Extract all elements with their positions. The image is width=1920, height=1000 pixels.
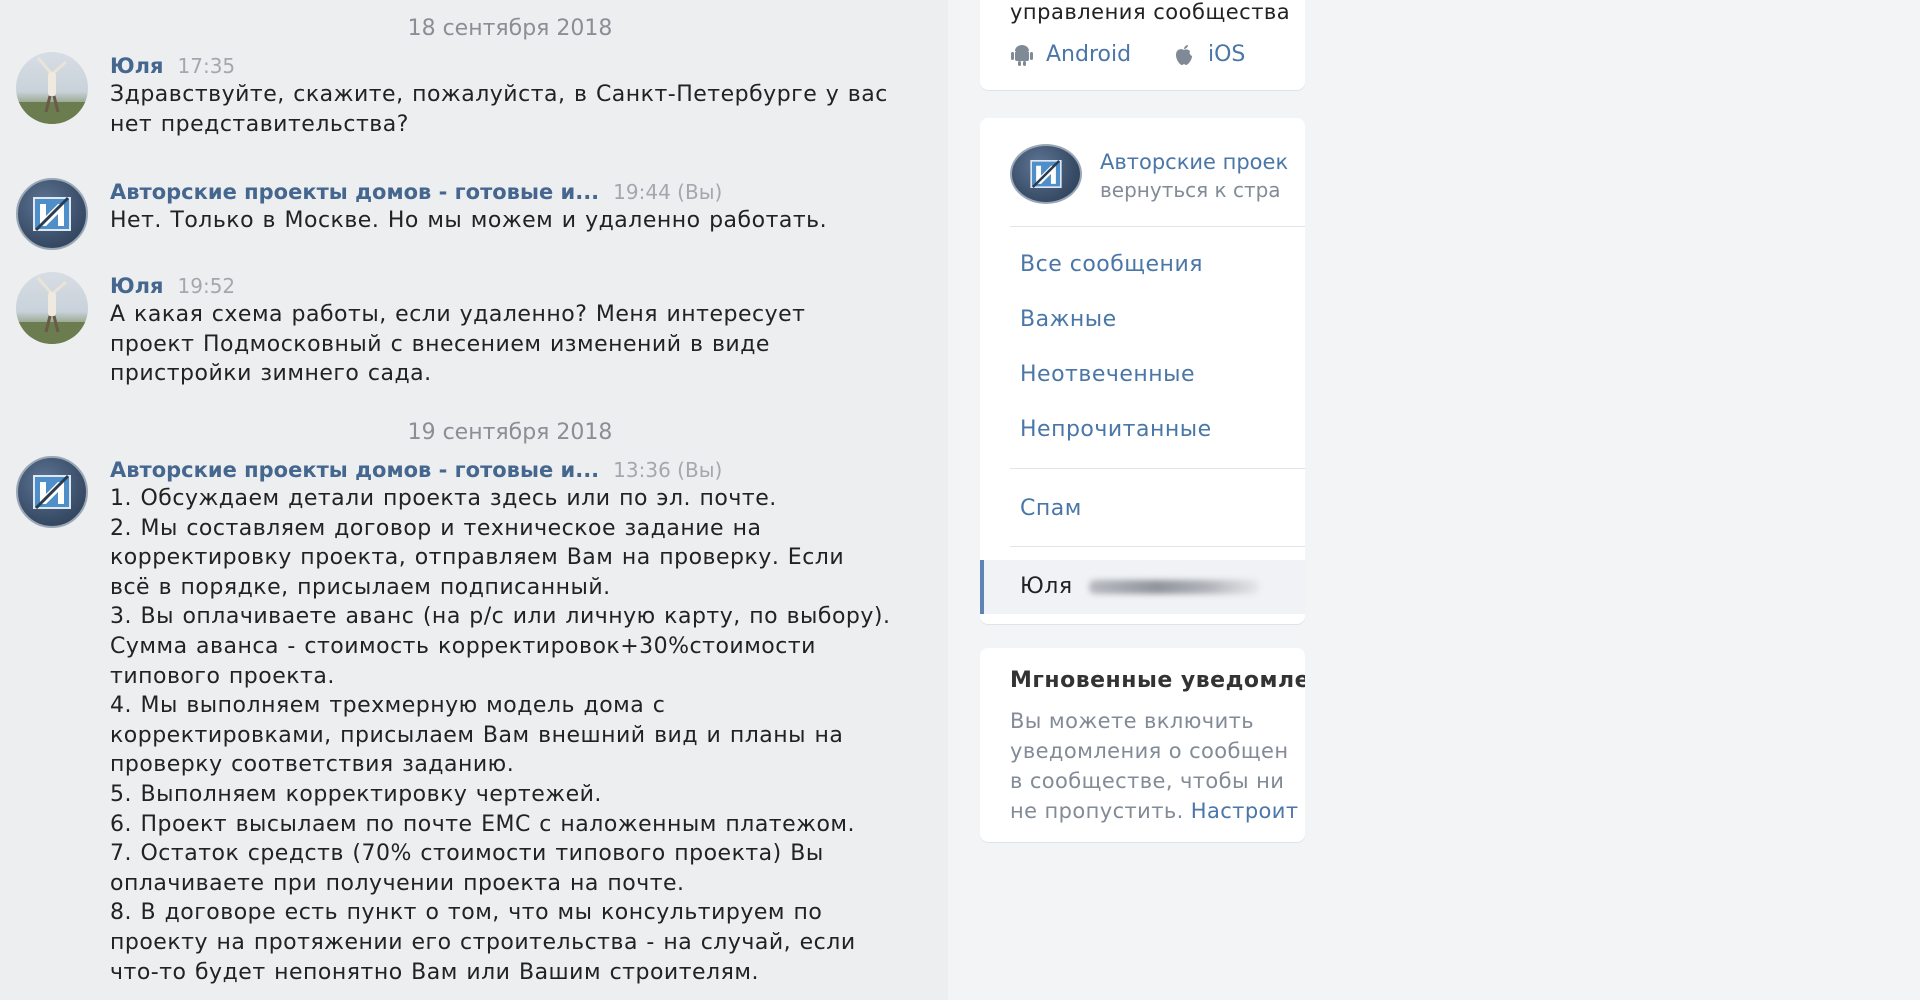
ios-label: iOS <box>1208 42 1246 67</box>
apps-card: управления сообщества Android iOS <box>980 0 1305 90</box>
notifications-title: Мгновенные уведомлен <box>1010 668 1305 693</box>
date-separator: 18 сентября 2018 <box>407 16 613 41</box>
message-author[interactable]: Юля <box>110 274 164 298</box>
message-author[interactable]: Авторские проекты домов - готовые и... <box>110 458 599 482</box>
user-avatar[interactable] <box>16 272 88 344</box>
notifications-card: Мгновенные уведомлен Вы можете включить … <box>980 648 1305 842</box>
message-author[interactable]: Юля <box>110 54 164 78</box>
message-time: 19:44 (Вы) <box>613 180 723 204</box>
message-text: Здравствуйте, скажите, пожалуйста, в Сан… <box>110 82 888 137</box>
divider <box>1010 468 1305 469</box>
message-time: 17:35 <box>177 54 236 78</box>
community-avatar[interactable] <box>16 456 88 528</box>
divider <box>1010 226 1305 227</box>
menu-item-unanswered[interactable]: Неотвеченные <box>1020 362 1195 387</box>
active-chat-name: Юля <box>1020 574 1073 599</box>
menu-item-all-messages[interactable]: Все сообщения <box>1020 252 1203 277</box>
notifications-text: Вы можете включить уведомления о сообщен… <box>1010 706 1305 826</box>
android-app-link[interactable]: Android <box>1010 42 1131 67</box>
menu-item-unread[interactable]: Непрочитанные <box>1020 417 1212 442</box>
divider <box>1010 546 1305 547</box>
user-avatar[interactable] <box>16 52 88 124</box>
menu-item-important[interactable]: Важные <box>1020 307 1117 332</box>
message-text: Нет. Только в Москве. Но мы можем и удал… <box>110 208 828 233</box>
blurred-surname <box>1088 580 1259 594</box>
community-avatar[interactable] <box>16 178 88 250</box>
messages-menu-card: Авторские проек вернуться к стра Все соо… <box>980 118 1305 624</box>
back-to-page-link[interactable]: вернуться к стра <box>1100 178 1281 202</box>
apple-icon <box>1176 44 1192 65</box>
community-logo-icon <box>33 196 71 232</box>
ios-app-link[interactable]: iOS <box>1172 42 1245 67</box>
message-text: А какая схема работы, если удаленно? Мен… <box>110 302 806 387</box>
community-logo-icon <box>1030 159 1062 189</box>
community-logo-icon <box>33 474 71 510</box>
community-name[interactable]: Авторские проек <box>1100 150 1288 174</box>
side-panel: управления сообщества Android iOS Авторс… <box>980 0 1305 1000</box>
message-text: 1. Обсуждаем детали проекта здесь или по… <box>110 486 891 985</box>
person-photo-icon <box>16 277 88 344</box>
menu-item-spam[interactable]: Спам <box>1020 496 1082 521</box>
apps-card-title: управления сообщества <box>1010 0 1291 24</box>
menu-item-active-chat[interactable]: Юля <box>980 560 1305 614</box>
date-separator: 19 сентября 2018 <box>407 420 613 445</box>
message-time: 13:36 (Вы) <box>613 458 723 482</box>
android-label: Android <box>1046 42 1132 67</box>
message-author[interactable]: Авторские проекты домов - готовые и... <box>110 180 599 204</box>
community-header[interactable]: Авторские проек вернуться к стра <box>1010 144 1305 214</box>
notifications-settings-link[interactable]: Настроит <box>1191 799 1299 823</box>
community-avatar <box>1010 144 1082 204</box>
person-photo-icon <box>16 57 88 124</box>
chat-history: 18 сентября 2018 Юля 17:35 Здравствуйте, … <box>0 0 948 1000</box>
message-time: 19:52 <box>177 274 236 298</box>
android-icon <box>1011 44 1033 66</box>
